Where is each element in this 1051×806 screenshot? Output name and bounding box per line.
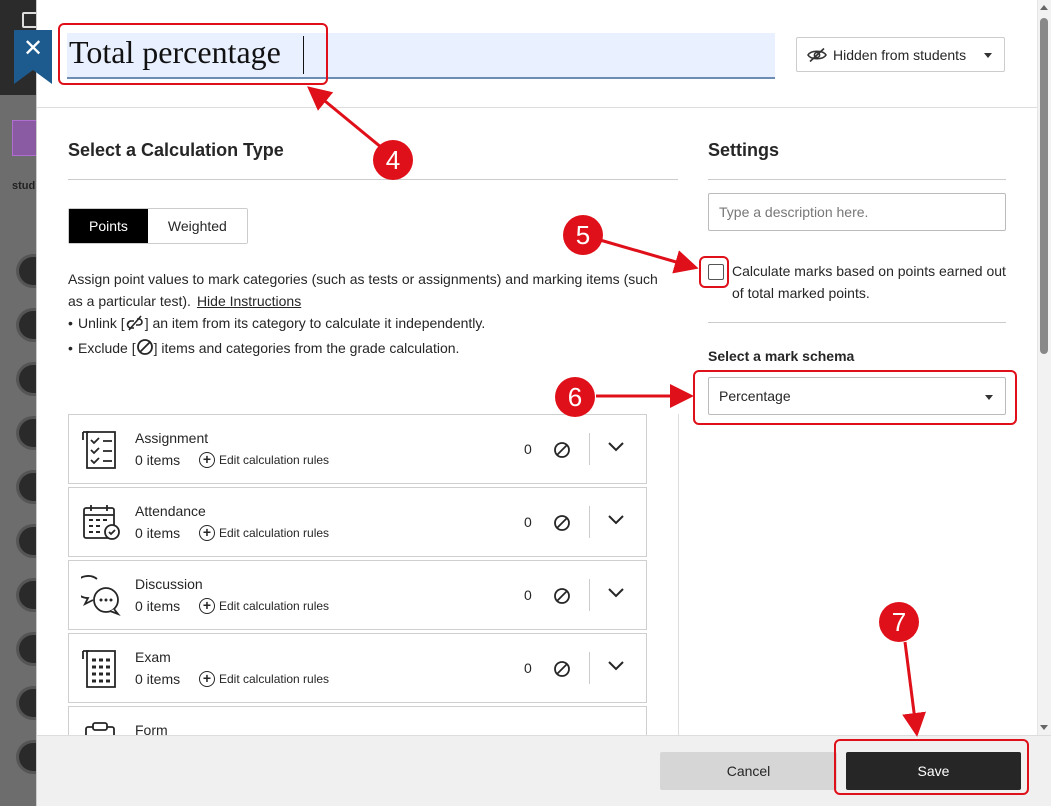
category-name: Discussion: [135, 576, 203, 592]
instruction-text: ] an item from its category to calculate…: [144, 315, 486, 331]
mark-schema-label: Select a mark schema: [708, 348, 855, 364]
scroll-down-arrow[interactable]: [1040, 725, 1048, 730]
instruction-text: Exclude [: [78, 340, 136, 356]
category-row: Exam 0 items + Edit calculation rules 0: [68, 633, 647, 703]
checkbox-label: Calculate marks based on points earned o…: [732, 263, 1006, 301]
cancel-button[interactable]: Cancel: [660, 752, 837, 790]
divider: [708, 179, 1006, 180]
category-count: 0 items: [135, 452, 181, 468]
category-name: Assignment: [135, 430, 209, 446]
category-count: 0 items: [135, 671, 181, 687]
chevron-down-icon[interactable]: [607, 586, 625, 604]
plus-circle-icon: +: [199, 598, 215, 614]
category-value: 0: [524, 441, 532, 457]
scroll-up-arrow[interactable]: [1040, 5, 1048, 10]
assignment-icon: [81, 429, 121, 471]
visibility-dropdown[interactable]: Hidden from students: [796, 37, 1005, 72]
divider: [589, 433, 590, 465]
exclude-icon[interactable]: [553, 441, 570, 458]
close-icon: ✕: [22, 35, 44, 62]
annotation-box-schema: [693, 370, 1017, 425]
settings-heading: Settings: [708, 140, 780, 160]
category-name: Form: [135, 722, 168, 736]
scrollbar-thumb[interactable]: [1040, 18, 1048, 354]
instruction-unlink: Unlink [ ] an item from its category to c…: [68, 312, 658, 337]
category-value: 0: [524, 587, 532, 603]
divider: [708, 322, 1006, 323]
instructions: Assign point values to mark categories (…: [68, 268, 658, 362]
category-count: 0 items: [135, 525, 181, 541]
calculation-type-heading: Select a Calculation Type: [68, 140, 284, 160]
category-list: Assignment 0 items + Edit calculation rul…: [68, 414, 647, 736]
discussion-icon: [74, 575, 121, 617]
rules-label: Edit calculation rules: [219, 526, 330, 540]
divider: [589, 579, 590, 611]
tab-points[interactable]: Points: [69, 209, 148, 243]
instructions-text: Assign point values to mark categories (…: [68, 271, 658, 309]
edit-calculation-rules-link[interactable]: + Edit calculation rules: [199, 452, 329, 468]
plus-circle-icon: +: [199, 452, 215, 468]
divider: [589, 652, 590, 684]
divider: [589, 506, 590, 538]
annotation-number: 4: [373, 140, 413, 180]
category-row: Form: [68, 706, 647, 736]
category-count: 0 items: [135, 598, 181, 614]
unlink-icon: [125, 315, 145, 337]
instruction-exclude: Exclude [ ] items and categories from the…: [68, 337, 658, 362]
annotation-number: 5: [563, 215, 603, 255]
category-name: Exam: [135, 649, 171, 665]
annotation-number: 7: [879, 602, 919, 642]
instruction-text: ] items and categories from the grade ca…: [153, 340, 460, 356]
chevron-down-icon[interactable]: [607, 440, 625, 458]
visibility-label: Hidden from students: [833, 46, 967, 63]
calculation-type-toggle: Points Weighted: [68, 208, 248, 244]
close-button[interactable]: ✕: [14, 30, 52, 84]
annotation-number: 6: [555, 377, 595, 417]
edit-calculation-rules-link[interactable]: + Edit calculation rules: [199, 671, 329, 687]
annotation-box-checkbox: [699, 256, 729, 288]
category-row: Attendance 0 items + Edit calculation rul…: [68, 487, 647, 557]
edit-calculation-rules-link[interactable]: + Edit calculation rules: [199, 598, 329, 614]
eye-slash-icon: [807, 47, 827, 63]
chevron-down-icon: [984, 53, 992, 58]
rules-label: Edit calculation rules: [219, 672, 330, 686]
instruction-text: Unlink [: [78, 315, 125, 331]
form-icon: [81, 721, 121, 736]
plus-circle-icon: +: [199, 525, 215, 541]
exclude-icon[interactable]: [553, 660, 570, 677]
plus-circle-icon: +: [199, 671, 215, 687]
edit-calculation-rules-link[interactable]: + Edit calculation rules: [199, 525, 329, 541]
column-divider: [678, 414, 679, 736]
annotation-box-title: [58, 23, 328, 85]
exclude-icon: [136, 338, 154, 362]
chevron-down-icon[interactable]: [607, 659, 625, 677]
exclude-icon[interactable]: [553, 587, 570, 604]
rules-label: Edit calculation rules: [219, 599, 330, 613]
category-value: 0: [524, 514, 532, 530]
exclude-icon[interactable]: [553, 514, 570, 531]
description-textarea[interactable]: Type a description here.: [708, 193, 1006, 231]
calculate-marks-option: Calculate marks based on points earned o…: [708, 260, 1008, 304]
category-row: Assignment 0 items + Edit calculation rul…: [68, 414, 647, 484]
category-name: Attendance: [135, 503, 206, 519]
background-label: stud: [12, 180, 36, 192]
attendance-icon: [81, 502, 121, 544]
divider: [68, 179, 678, 180]
tab-weighted[interactable]: Weighted: [147, 209, 247, 243]
chevron-down-icon[interactable]: [607, 513, 625, 531]
exam-icon: [81, 648, 121, 690]
category-row: Discussion 0 items + Edit calculation rul…: [68, 560, 647, 630]
category-value: 0: [524, 660, 532, 676]
annotation-box-save: [834, 739, 1029, 795]
header-divider: [37, 107, 1037, 108]
rules-label: Edit calculation rules: [219, 453, 330, 467]
hide-instructions-link[interactable]: Hide Instructions: [197, 293, 301, 309]
